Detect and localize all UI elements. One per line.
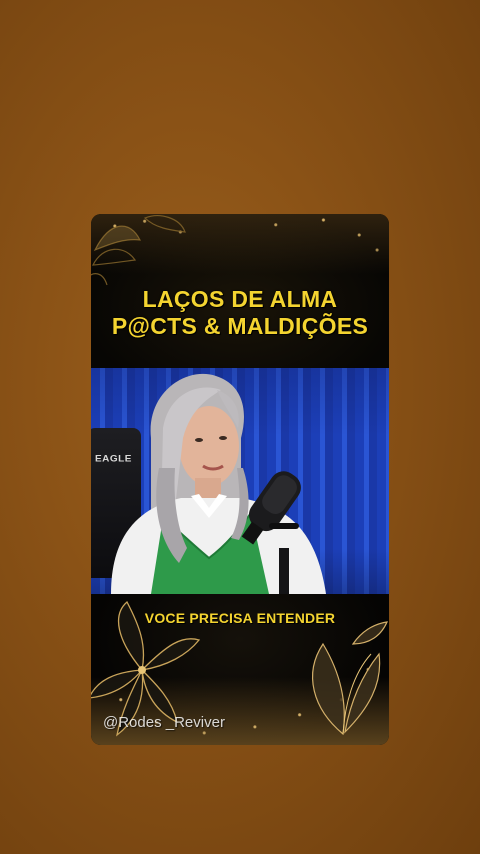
post-title: LAÇOS DE ALMA P@CTS & MALDIÇÕES: [91, 286, 389, 340]
creator-watermark: @Rodes _Reviver: [103, 714, 225, 731]
microphone-icon: [241, 471, 301, 594]
caption-subtitle: VOCE PRECISA ENTENDER: [144, 610, 336, 626]
title-panel: LAÇOS DE ALMA P@CTS & MALDIÇÕES: [91, 214, 389, 368]
caption-panel: VOCE PRECISA ENTENDER @Rodes _Reviver: [91, 594, 389, 745]
gold-leaf-icon: [312, 621, 388, 736]
story-card: LAÇOS DE ALMA P@CTS & MALDIÇÕES EAGLE VO…: [91, 214, 389, 745]
video-frame[interactable]: EAGLE: [91, 368, 389, 594]
title-line-1: LAÇOS DE ALMA: [142, 286, 338, 312]
title-line-2: P@CTS & MALDIÇÕES: [111, 313, 369, 339]
